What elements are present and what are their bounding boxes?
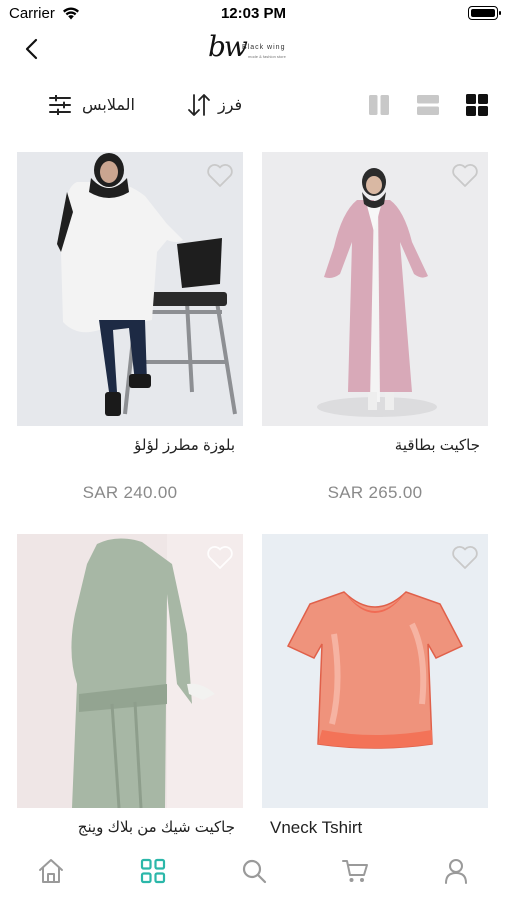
tab-bar	[0, 848, 507, 900]
favorite-heart-icon[interactable]	[451, 162, 479, 188]
product-image[interactable]	[262, 534, 488, 808]
home-icon[interactable]	[36, 856, 66, 886]
product-image[interactable]	[262, 152, 488, 426]
grid-view-icon[interactable]	[465, 93, 489, 117]
battery-icon	[468, 6, 501, 20]
sort-label: فرز	[218, 97, 243, 114]
filter-button[interactable]: الملابس	[48, 90, 135, 120]
product-name: Vneck Tshirt	[270, 818, 363, 837]
list-view-icon[interactable]	[416, 93, 440, 117]
profile-icon[interactable]	[441, 856, 471, 886]
brand-logo: bw Black wing mode & fashion store	[208, 30, 298, 70]
favorite-heart-icon[interactable]	[451, 544, 479, 570]
logo-text: Black wing	[242, 44, 286, 51]
sort-arrows-icon	[188, 94, 210, 116]
product-image[interactable]	[17, 534, 243, 808]
logo-subtitle: mode & fashion store	[248, 54, 286, 59]
filter-sliders-icon	[49, 95, 71, 115]
favorite-heart-icon[interactable]	[206, 544, 234, 570]
product-price: SAR 265.00	[327, 483, 423, 502]
toolbar: الملابس فرز	[0, 82, 507, 128]
sort-button[interactable]: فرز	[186, 90, 242, 120]
back-chevron-icon[interactable]	[20, 36, 46, 62]
categories-icon[interactable]	[138, 856, 168, 886]
filter-label: الملابس	[82, 97, 135, 114]
product-name: جاكيت بطاقية	[394, 437, 480, 454]
product-card[interactable]: Vneck Tshirt	[262, 534, 488, 848]
product-card[interactable]: جاكيت بطاقية SAR 265.00	[262, 152, 488, 522]
cart-icon[interactable]	[340, 856, 370, 886]
favorite-heart-icon[interactable]	[206, 162, 234, 188]
product-image[interactable]	[17, 152, 243, 426]
product-card[interactable]: جاكيت شيك من بلاك وينج	[17, 534, 243, 848]
product-name: بلوزة مطرز لؤلؤ	[134, 437, 235, 454]
status-bar: Carrier 12:03 PM	[0, 0, 507, 28]
search-icon[interactable]	[239, 856, 269, 886]
logo-mark: bw	[208, 30, 248, 63]
product-name: جاكيت شيك من بلاك وينج	[77, 819, 235, 836]
product-price: SAR 240.00	[82, 483, 178, 502]
product-card[interactable]: بلوزة مطرز لؤلؤ SAR 240.00	[17, 152, 243, 522]
nav-bar: bw Black wing mode & fashion store	[0, 28, 507, 72]
status-time: 12:03 PM	[220, 5, 287, 22]
two-column-view-icon[interactable]	[367, 93, 391, 117]
